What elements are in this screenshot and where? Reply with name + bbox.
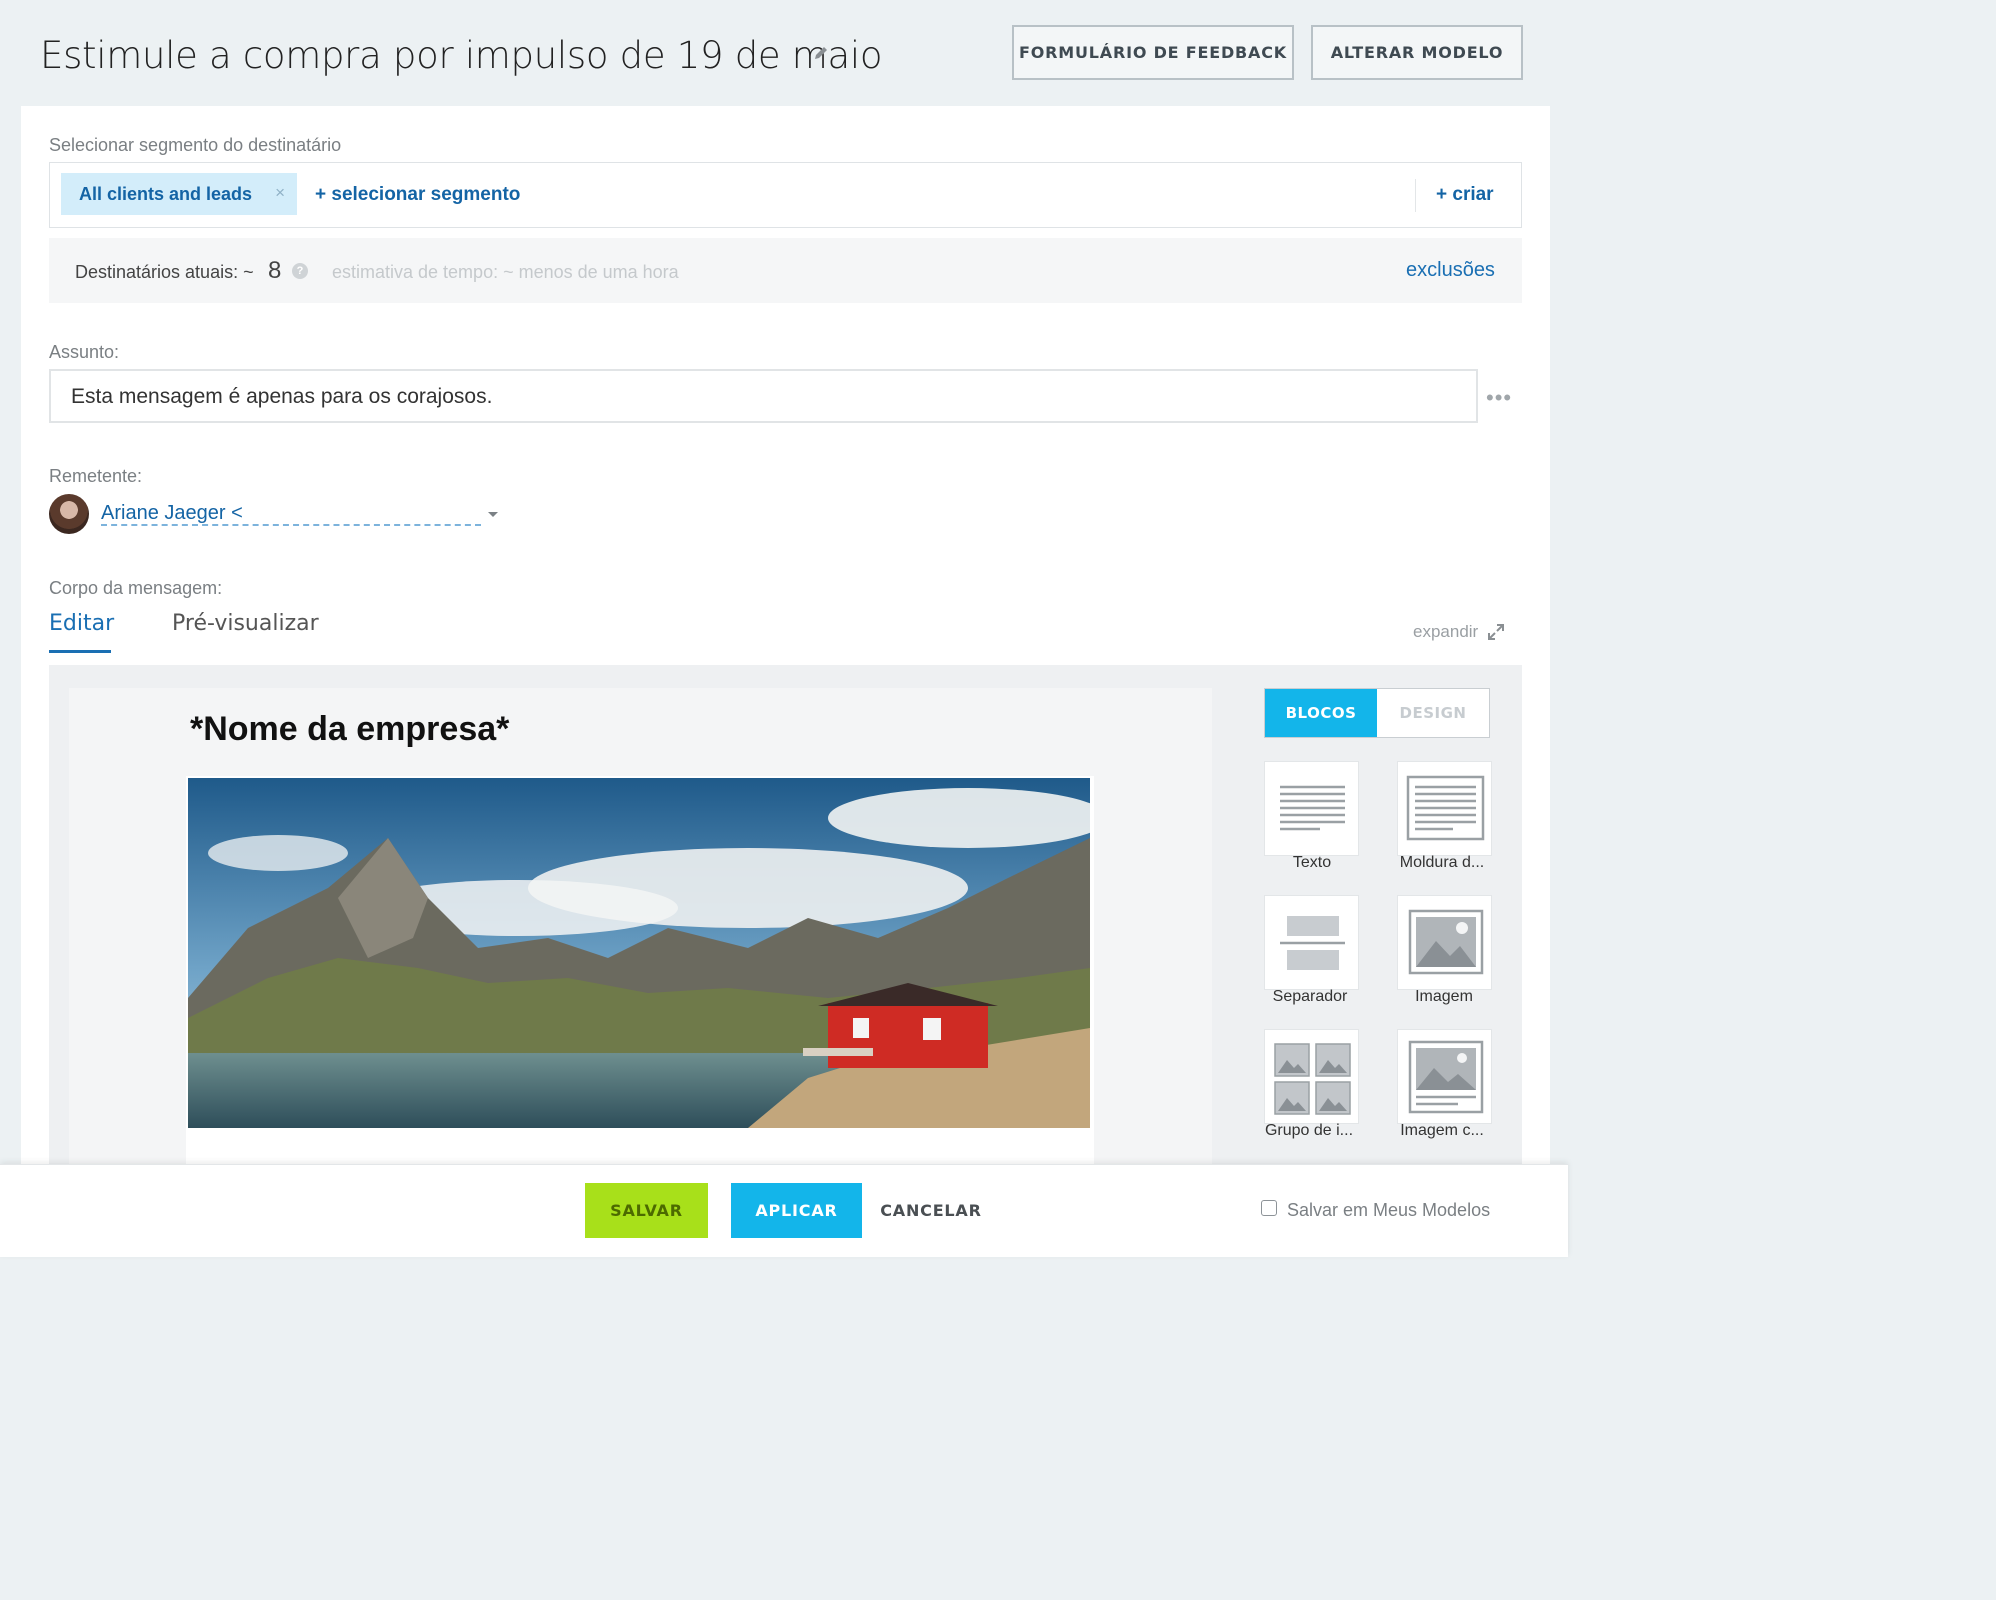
segment-chip-label: All clients and leads — [79, 183, 253, 204]
tab-preview[interactable]: Pré-visualizar — [172, 611, 319, 636]
image-caption-block-icon — [1408, 1040, 1484, 1114]
block-label: Texto — [1292, 854, 1332, 871]
change-template-button[interactable]: ALTERAR MODELO — [1311, 25, 1523, 80]
tab-blocks[interactable]: BLOCOS — [1265, 689, 1377, 737]
save-to-templates-label[interactable]: Salvar em Meus Modelos — [1287, 1200, 1490, 1221]
tab-edit[interactable]: Editar — [49, 611, 114, 636]
company-name-heading[interactable]: *Nome da empresa* — [190, 710, 509, 749]
pencil-icon[interactable] — [810, 42, 832, 64]
current-recipients-count: 8 — [268, 257, 282, 284]
hero-image[interactable] — [186, 776, 1094, 1166]
image-group-block-icon — [1274, 1043, 1351, 1115]
create-segment-link[interactable]: + criar — [1436, 184, 1494, 206]
block-label: Grupo de i... — [1264, 1122, 1354, 1139]
block-text[interactable] — [1264, 761, 1359, 856]
divider — [1415, 179, 1416, 212]
block-label: Imagem — [1415, 988, 1473, 1005]
cancel-button[interactable]: CANCELAR — [876, 1183, 986, 1238]
page-title: Estimule a compra por impulso de 19 de m… — [40, 34, 883, 77]
avatar — [49, 494, 89, 534]
segment-label: Selecionar segmento do destinatário — [49, 135, 342, 155]
block-separator[interactable] — [1264, 895, 1359, 990]
body-label: Corpo da mensagem: — [49, 578, 223, 598]
save-to-templates-checkbox[interactable] — [1261, 1200, 1277, 1216]
landscape-image — [188, 778, 1090, 1128]
text-frame-block-icon — [1406, 775, 1485, 841]
more-options-icon[interactable]: ••• — [1486, 385, 1512, 411]
expand-icon[interactable] — [1486, 622, 1506, 642]
exclusions-link[interactable]: exclusões — [1406, 259, 1495, 282]
time-estimate: estimativa de tempo: ~ menos de uma hora — [332, 262, 679, 282]
remove-segment-icon[interactable]: × — [275, 183, 285, 203]
block-text-frame[interactable] — [1397, 761, 1492, 856]
block-image-group[interactable] — [1264, 1029, 1359, 1124]
help-icon[interactable]: ? — [292, 263, 308, 279]
block-image[interactable] — [1397, 895, 1492, 990]
current-recipients-label: Destinatários atuais: ~ — [75, 262, 254, 282]
separator-block-icon — [1280, 916, 1345, 970]
editor-panel-tabs: BLOCOS DESIGN — [1264, 688, 1490, 738]
tab-design[interactable]: DESIGN — [1377, 689, 1489, 737]
block-label: Imagem c... — [1400, 1122, 1484, 1139]
select-segment-link[interactable]: + selecionar segmento — [315, 184, 520, 206]
segment-chip[interactable]: All clients and leads × — [61, 173, 297, 215]
block-label: Separador — [1272, 988, 1348, 1005]
active-tab-indicator — [49, 650, 111, 653]
text-block-icon — [1280, 785, 1345, 831]
expand-link[interactable]: expandir — [1413, 622, 1478, 642]
feedback-form-button[interactable]: FORMULÁRIO DE FEEDBACK — [1012, 25, 1294, 80]
subject-label: Assunto: — [49, 342, 120, 362]
chevron-down-icon[interactable] — [488, 512, 498, 517]
block-image-caption[interactable] — [1397, 1029, 1492, 1124]
apply-button[interactable]: APLICAR — [731, 1183, 862, 1238]
subject-input[interactable]: Esta mensagem é apenas para os corajosos… — [49, 369, 1478, 423]
block-label: Moldura d... — [1399, 854, 1485, 871]
save-button[interactable]: SALVAR — [585, 1183, 708, 1238]
sender-label: Remetente: — [49, 466, 143, 486]
sender-dropdown[interactable]: Ariane Jaeger < — [101, 502, 481, 526]
image-block-icon — [1408, 909, 1484, 975]
